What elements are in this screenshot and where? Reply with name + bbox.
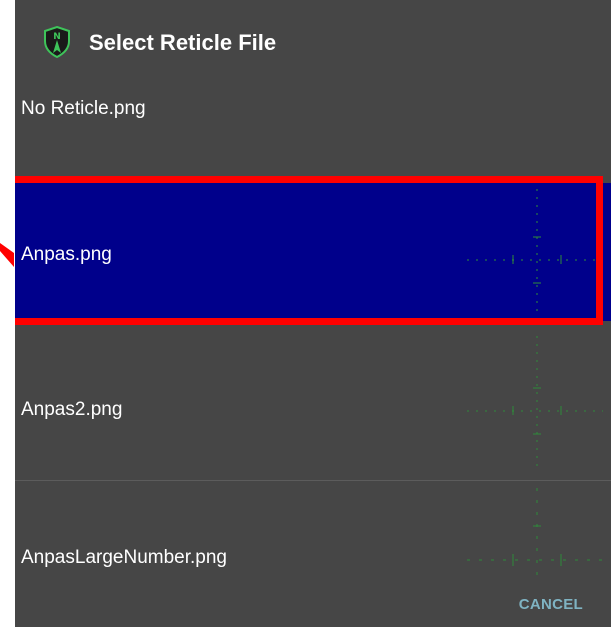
reticle-preview-icon [467,336,603,472]
callout-arrow-icon [0,243,14,267]
select-reticle-dialog: N Select Reticle File No Reticle.png Anp… [15,0,611,627]
reticle-preview-icon [467,488,603,580]
shield-compass-icon: N [44,26,70,58]
dialog-title-bar: N Select Reticle File [15,0,611,84]
list-item-anpas-large-number[interactable]: AnpasLargeNumber.png [15,482,611,582]
svg-text:N: N [53,32,61,42]
cancel-button[interactable]: CANCEL [519,596,583,613]
list-item-no-reticle[interactable]: No Reticle.png [15,84,611,174]
list-divider [15,480,611,481]
callout-highlight-box [15,176,603,325]
list-item-anpas2[interactable]: Anpas2.png [15,330,611,478]
list-item-label: Anpas2.png [21,399,123,420]
list-item-label: AnpasLargeNumber.png [21,547,227,568]
dialog-title: Select Reticle File [89,30,277,55]
list-item-label: No Reticle.png [21,98,146,119]
